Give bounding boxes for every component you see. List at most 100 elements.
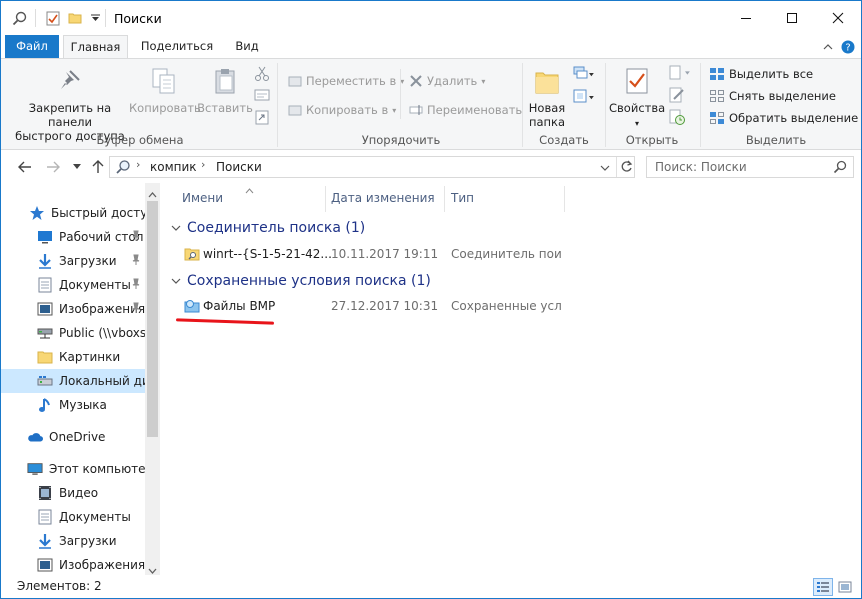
back-button[interactable] [16, 158, 34, 176]
sidebar-item-kartinki[interactable]: Картинки [1, 345, 145, 369]
sidebar-item-public-share[interactable]: Public (\\vboxsrv [1, 321, 145, 345]
group-header-saved-searches[interactable]: Сохраненные условия поиска (1) [171, 273, 431, 289]
chevron-down-icon [171, 225, 181, 231]
table-row[interactable]: Файлы BMP 27.12.2017 10:31 Сохраненные у… [179, 296, 779, 318]
copy-path-icon[interactable] [254, 88, 270, 105]
address-bar[interactable]: › компик › Поиски [109, 156, 635, 178]
select-none-icon [710, 90, 724, 102]
open-icon[interactable] [669, 65, 693, 84]
sidebar-item-onedrive[interactable]: OneDrive [1, 425, 145, 449]
minimize-button[interactable] [723, 1, 769, 35]
collapse-ribbon-icon[interactable] [821, 40, 835, 54]
breadcrumb-separator[interactable]: › [136, 158, 140, 171]
organize-group-label: Упорядочить [361, 133, 441, 147]
magnifier-icon[interactable] [11, 10, 27, 26]
new-folder-big-icon [534, 67, 560, 98]
sidebar-item-label: Быстрый доступ [51, 206, 145, 220]
tab-file[interactable]: Файл [5, 35, 59, 58]
sidebar-item-documents-pc[interactable]: Документы [1, 505, 145, 529]
new-folder-icon[interactable] [67, 10, 83, 26]
pin-icon[interactable] [131, 230, 141, 245]
documents-icon [37, 277, 53, 293]
breadcrumb-searches[interactable]: Поиски [216, 160, 262, 174]
search-icon[interactable] [833, 160, 847, 177]
cut-icon[interactable] [254, 66, 270, 85]
move-to-icon [288, 76, 302, 87]
new-item-icon[interactable] [573, 65, 595, 86]
table-row[interactable]: winrt--{S-1-5-21-42... 10.11.2017 19:11 … [179, 244, 779, 266]
sidebar-item-desktop[interactable]: Рабочий стол [1, 225, 145, 249]
select-none-button[interactable]: Снять выделение [709, 87, 836, 105]
select-group-label: Выделить [745, 133, 807, 147]
explorer-window: Поиски Файл Главная Поделиться Вид ? Зак… [0, 0, 862, 599]
sidebar-item-label: Загрузки [59, 254, 117, 268]
pin-icon[interactable] [131, 254, 141, 269]
tab-view[interactable]: Вид [227, 35, 267, 58]
sidebar-scrollbar[interactable] [145, 183, 160, 575]
properties-dropdown[interactable]: ▾ [629, 117, 645, 131]
details-view-button[interactable] [813, 578, 833, 596]
sidebar-item-downloads-pc[interactable]: Загрузки [1, 529, 145, 553]
pin-icon[interactable] [131, 278, 141, 293]
properties-button[interactable]: Свойства [609, 101, 665, 115]
sidebar-item-music[interactable]: Музыка [1, 393, 145, 417]
delete-icon [410, 75, 422, 87]
breadcrumb-separator[interactable]: › [201, 158, 205, 171]
sidebar-item-local-disk[interactable]: Локальный диск [1, 369, 145, 393]
delete-button[interactable]: Удалить ▾ [409, 72, 485, 90]
easy-access-icon[interactable] [573, 88, 595, 109]
star-icon [29, 205, 45, 221]
column-date[interactable]: Дата изменения [331, 191, 435, 205]
forward-button[interactable] [44, 158, 62, 176]
paste-button[interactable]: Вставить [197, 101, 253, 115]
copy-to-button[interactable]: Копировать в ▾ [288, 101, 396, 119]
pin-icon[interactable] [131, 302, 141, 317]
sort-up-icon [245, 183, 254, 197]
column-type[interactable]: Тип [451, 191, 474, 205]
copy-button[interactable]: Копировать [129, 101, 201, 115]
sidebar-item-label: Картинки [59, 350, 121, 364]
sidebar-item-downloads[interactable]: Загрузки [1, 249, 145, 273]
sidebar-item-video[interactable]: Видео [1, 481, 145, 505]
tab-home[interactable]: Главная [63, 35, 128, 59]
large-icons-view-button[interactable] [835, 578, 855, 596]
scroll-down-icon[interactable] [148, 563, 157, 575]
refresh-icon [621, 160, 633, 172]
search-box[interactable]: Поиск: Поиски [646, 156, 854, 178]
group-header-search-connector[interactable]: Соединитель поиска (1) [171, 220, 365, 236]
column-name[interactable]: Имени [182, 191, 223, 205]
sidebar-item-documents[interactable]: Документы [1, 273, 145, 297]
properties-check-icon[interactable] [45, 10, 61, 26]
history-icon[interactable] [669, 109, 685, 128]
close-button[interactable] [815, 1, 861, 35]
chevron-down-icon[interactable] [87, 10, 103, 26]
sidebar-item-pictures-pc[interactable]: Изображения [1, 553, 145, 575]
paste-shortcut-icon[interactable] [254, 109, 270, 128]
breadcrumb-computer[interactable]: компик [150, 160, 197, 174]
chevron-down-icon [171, 278, 181, 284]
scroll-thumb[interactable] [147, 201, 158, 437]
select-all-button[interactable]: Выделить все [709, 65, 813, 83]
edit-icon[interactable] [669, 87, 685, 106]
select-all-label: Выделить все [729, 67, 814, 81]
ribbon-tabs: Файл Главная Поделиться Вид ? [1, 35, 861, 59]
rename-button[interactable]: Переименовать [409, 101, 522, 119]
search-placeholder: Поиск: Поиски [655, 160, 747, 174]
pin-label-line1: Закрепить на панели [28, 101, 112, 129]
refresh-button[interactable] [620, 160, 633, 176]
move-to-button[interactable]: Переместить в ▾ [288, 72, 404, 90]
address-dropdown[interactable] [600, 161, 610, 175]
recent-locations-button[interactable] [68, 158, 86, 176]
sidebar-item-quick-access[interactable]: Быстрый доступ [1, 201, 145, 225]
up-button[interactable] [89, 158, 107, 176]
sidebar-item-this-pc[interactable]: Этот компьютер [1, 457, 145, 481]
select-none-label: Снять выделение [729, 89, 836, 103]
folder-icon [37, 349, 53, 365]
sidebar-item-pictures[interactable]: Изображения [1, 297, 145, 321]
invert-selection-button[interactable]: Обратить выделение [709, 109, 858, 127]
maximize-button[interactable] [769, 1, 815, 35]
new-folder-button[interactable]: Новая папка [525, 101, 569, 129]
help-icon[interactable]: ? [841, 40, 855, 54]
tab-share[interactable]: Поделиться [137, 35, 217, 58]
scroll-up-icon[interactable] [148, 187, 157, 201]
